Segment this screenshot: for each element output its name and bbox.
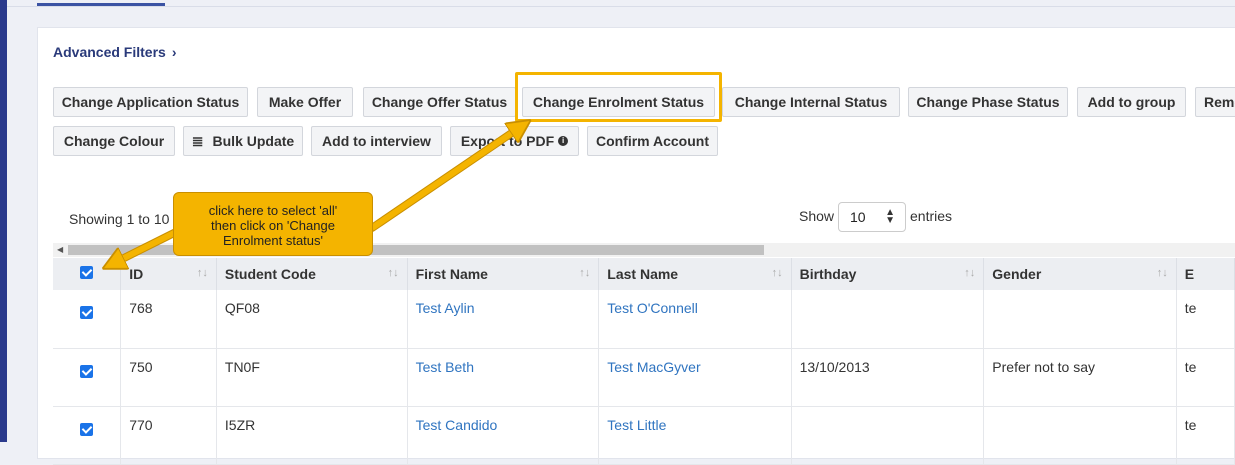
callout-line: Enrolment status' (222, 233, 324, 248)
instruction-callout: click here to select 'all' then click on… (173, 192, 373, 256)
callout-line: click here to select 'all' (208, 203, 338, 218)
callout-line: then click on 'Change (211, 218, 335, 233)
